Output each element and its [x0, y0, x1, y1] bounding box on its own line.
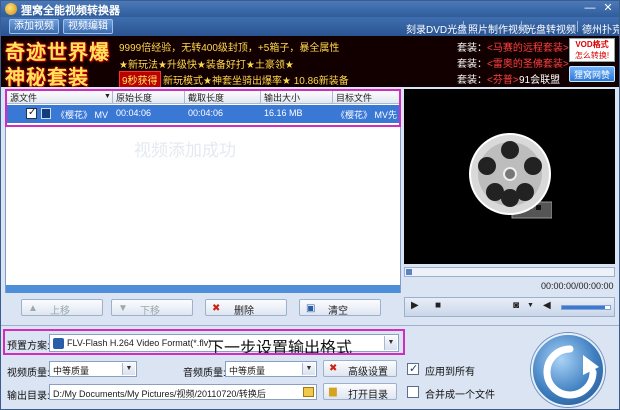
- sponsor-button[interactable]: 狸窝网赞: [569, 66, 615, 82]
- convert-button[interactable]: [531, 333, 605, 407]
- audio-quality-value: 中等质量: [229, 366, 266, 376]
- chevron-down-icon[interactable]: ▼: [302, 363, 315, 375]
- ad-tag: 9秒获得: [119, 71, 161, 87]
- highlight-box: [5, 89, 401, 127]
- vod-badge-line1: VOD格式: [575, 40, 609, 49]
- move-down-button[interactable]: ▼ 下移: [111, 299, 193, 317]
- clear-button[interactable]: ▣ 清空: [299, 299, 381, 317]
- ad-line-1: 9999倍经验，无转400级封顶，+5箱子，暴全属性: [119, 43, 340, 54]
- ad-banner[interactable]: 奇迹世界爆 神秘套装 9999倍经验，无转400级封顶，+5箱子，暴全属性 ★新…: [1, 36, 619, 87]
- close-button[interactable]: ✕: [601, 2, 615, 15]
- audio-quality-select[interactable]: 中等质量 ▼: [225, 361, 317, 377]
- output-dir-value: D:/My Documents/My Pictures/视频/20110720/…: [53, 389, 266, 399]
- move-up-button[interactable]: ▲ 上移: [21, 299, 103, 317]
- ad-set-item: <芬普>: [487, 75, 519, 86]
- highlight-box: [3, 329, 405, 355]
- advanced-settings-label: 高级设置: [348, 367, 388, 378]
- stop-icon[interactable]: ■: [435, 300, 441, 311]
- ad-set-prefix: 套装：: [457, 75, 487, 86]
- volume-slider[interactable]: [561, 305, 611, 310]
- ad-set-prefix: 套装：: [457, 59, 487, 70]
- divider: [521, 21, 522, 32]
- clear-label: 清空: [328, 306, 348, 317]
- app-window: 狸窝全能视频转换器 — ✕ 添加视频 视频编辑 刻录DVD光盘 照片制作视频 光…: [0, 0, 620, 410]
- camera-icon[interactable]: ◙: [513, 300, 519, 311]
- move-up-label: 上移: [50, 306, 70, 317]
- app-logo-icon: [5, 3, 17, 15]
- advanced-settings-button[interactable]: ✖ 高级设置: [323, 360, 397, 378]
- film-reel-icon: [469, 133, 552, 219]
- ad-set-prefix: 套装：: [457, 43, 487, 54]
- apply-all-checkbox[interactable]: [407, 362, 419, 375]
- arrow-up-icon: ▲: [28, 303, 38, 314]
- seek-slider[interactable]: [404, 267, 615, 277]
- vod-badge[interactable]: VOD格式 怎么转换!: [569, 38, 615, 62]
- delete-label: 删除: [234, 306, 254, 317]
- title-bar: 狸窝全能视频转换器 — ✕: [1, 1, 619, 17]
- video-preview[interactable]: [404, 89, 615, 264]
- video-quality-label: 视频质量:: [7, 368, 50, 379]
- chevron-down-icon[interactable]: ▼: [122, 363, 135, 375]
- output-dir-label: 输出目录:: [7, 391, 50, 402]
- open-dir-button[interactable]: ▆ 打开目录: [323, 383, 397, 401]
- folder-icon: ▆: [329, 386, 337, 397]
- ad-union-label: 91会联盟: [519, 75, 561, 86]
- seek-thumb[interactable]: [406, 269, 412, 275]
- open-dir-label: 打开目录: [348, 390, 388, 401]
- ad-set-item: <马赛的远程套装>: [487, 43, 569, 54]
- volume-fill: [562, 306, 606, 309]
- vod-badge-line2: 怎么转换!: [574, 51, 610, 60]
- link-burn-dvd[interactable]: 刻录DVD光盘: [406, 21, 467, 36]
- convert-arrow-icon: [543, 345, 599, 399]
- tab-add-video[interactable]: 添加视频: [9, 19, 59, 34]
- arrow-down-icon: ▼: [118, 303, 128, 314]
- merge-label: 合并成一个文件: [425, 390, 495, 401]
- divider: [463, 21, 464, 32]
- time-readout: 00:00:00/00:00:00: [541, 281, 614, 291]
- horizontal-scrollbar[interactable]: [6, 285, 400, 293]
- window-title: 狸窝全能视频转换器: [21, 5, 120, 17]
- link-disc-to-video[interactable]: 光盘转视频: [526, 21, 576, 36]
- output-dir-field[interactable]: D:/My Documents/My Pictures/视频/20110720/…: [49, 384, 317, 400]
- delete-button[interactable]: ✖ 删除: [205, 299, 287, 317]
- move-down-label: 下移: [140, 306, 160, 317]
- merge-checkbox[interactable]: [407, 386, 419, 398]
- link-photo-video[interactable]: 照片制作视频: [468, 21, 528, 36]
- tab-video-edit[interactable]: 视频编辑: [63, 19, 113, 34]
- clear-icon: ▣: [306, 303, 316, 314]
- video-quality-select[interactable]: 中等质量 ▼: [49, 361, 137, 377]
- folder-icon[interactable]: [303, 387, 314, 397]
- divider: [577, 21, 578, 32]
- minimize-button[interactable]: —: [583, 2, 597, 15]
- toolbar: 添加视频 视频编辑 刻录DVD光盘 照片制作视频 光盘转视频 德州扑克: [1, 17, 619, 36]
- settings-icon: ✖: [329, 363, 338, 374]
- ad-line-2: ★新玩法★升级快★装备好打★土豪领★: [119, 60, 294, 71]
- delete-x-icon: ✖: [212, 303, 221, 314]
- ad-headline-2: 神秘套装: [5, 65, 89, 87]
- video-quality-value: 中等质量: [53, 366, 90, 376]
- apply-all-label: 应用到所有: [425, 367, 475, 378]
- status-watermark: 视频添加成功: [134, 141, 236, 161]
- ad-set-item: <雷奥的圣佛套装>: [487, 59, 569, 70]
- chevron-down-icon[interactable]: ▼: [527, 302, 534, 309]
- ad-line-3: 新玩模式★神套坐骑出爆率★ 10.86新装备: [163, 76, 349, 87]
- player-controls: ▶ ■ ◙ ▼ ◀: [404, 297, 615, 317]
- play-icon[interactable]: ▶: [411, 300, 419, 311]
- speaker-icon[interactable]: ◀: [543, 300, 551, 311]
- audio-quality-label: 音频质量:: [183, 368, 226, 379]
- link-poker[interactable]: 德州扑克: [582, 21, 619, 36]
